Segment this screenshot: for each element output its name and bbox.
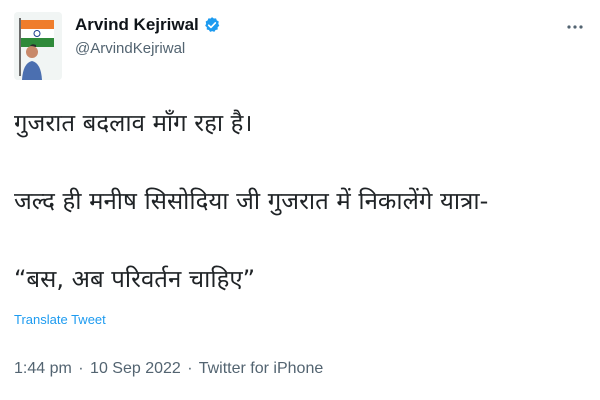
- more-options-icon[interactable]: [562, 14, 588, 40]
- author-name[interactable]: Arvind Kejriwal: [75, 15, 199, 35]
- translate-tweet-link[interactable]: Translate Tweet: [14, 312, 106, 327]
- author-handle[interactable]: @ArvindKejriwal: [75, 40, 185, 57]
- meta-separator: ·: [78, 360, 84, 377]
- avatar-image: [14, 12, 62, 80]
- tweet-text-line: गुजरात बदलाव माँग रहा है।: [14, 109, 253, 137]
- tweet-time[interactable]: 1:44 pm: [14, 360, 72, 377]
- tweet-text-line: जल्द ही मनीष सिसोदिया जी गुजरात में निका…: [14, 187, 489, 215]
- meta-separator: ·: [187, 360, 193, 377]
- verified-badge-icon: [204, 17, 220, 32]
- tweet-date[interactable]: 10 Sep 2022: [90, 360, 181, 377]
- tweet-meta: 1:44 pm · 10 Sep 2022 · Twitter for iPho…: [14, 360, 323, 378]
- author-name-row[interactable]: Arvind Kejriwal: [75, 15, 221, 35]
- avatar[interactable]: [14, 12, 62, 80]
- tweet-card: Arvind Kejriwal @ArvindKejriwal गुजरात ब…: [0, 0, 600, 400]
- ellipsis-icon: [567, 25, 583, 29]
- tweet-text-line: “बस, अब परिवर्तन चाहिए”: [14, 265, 256, 293]
- tweet-source[interactable]: Twitter for iPhone: [199, 360, 324, 377]
